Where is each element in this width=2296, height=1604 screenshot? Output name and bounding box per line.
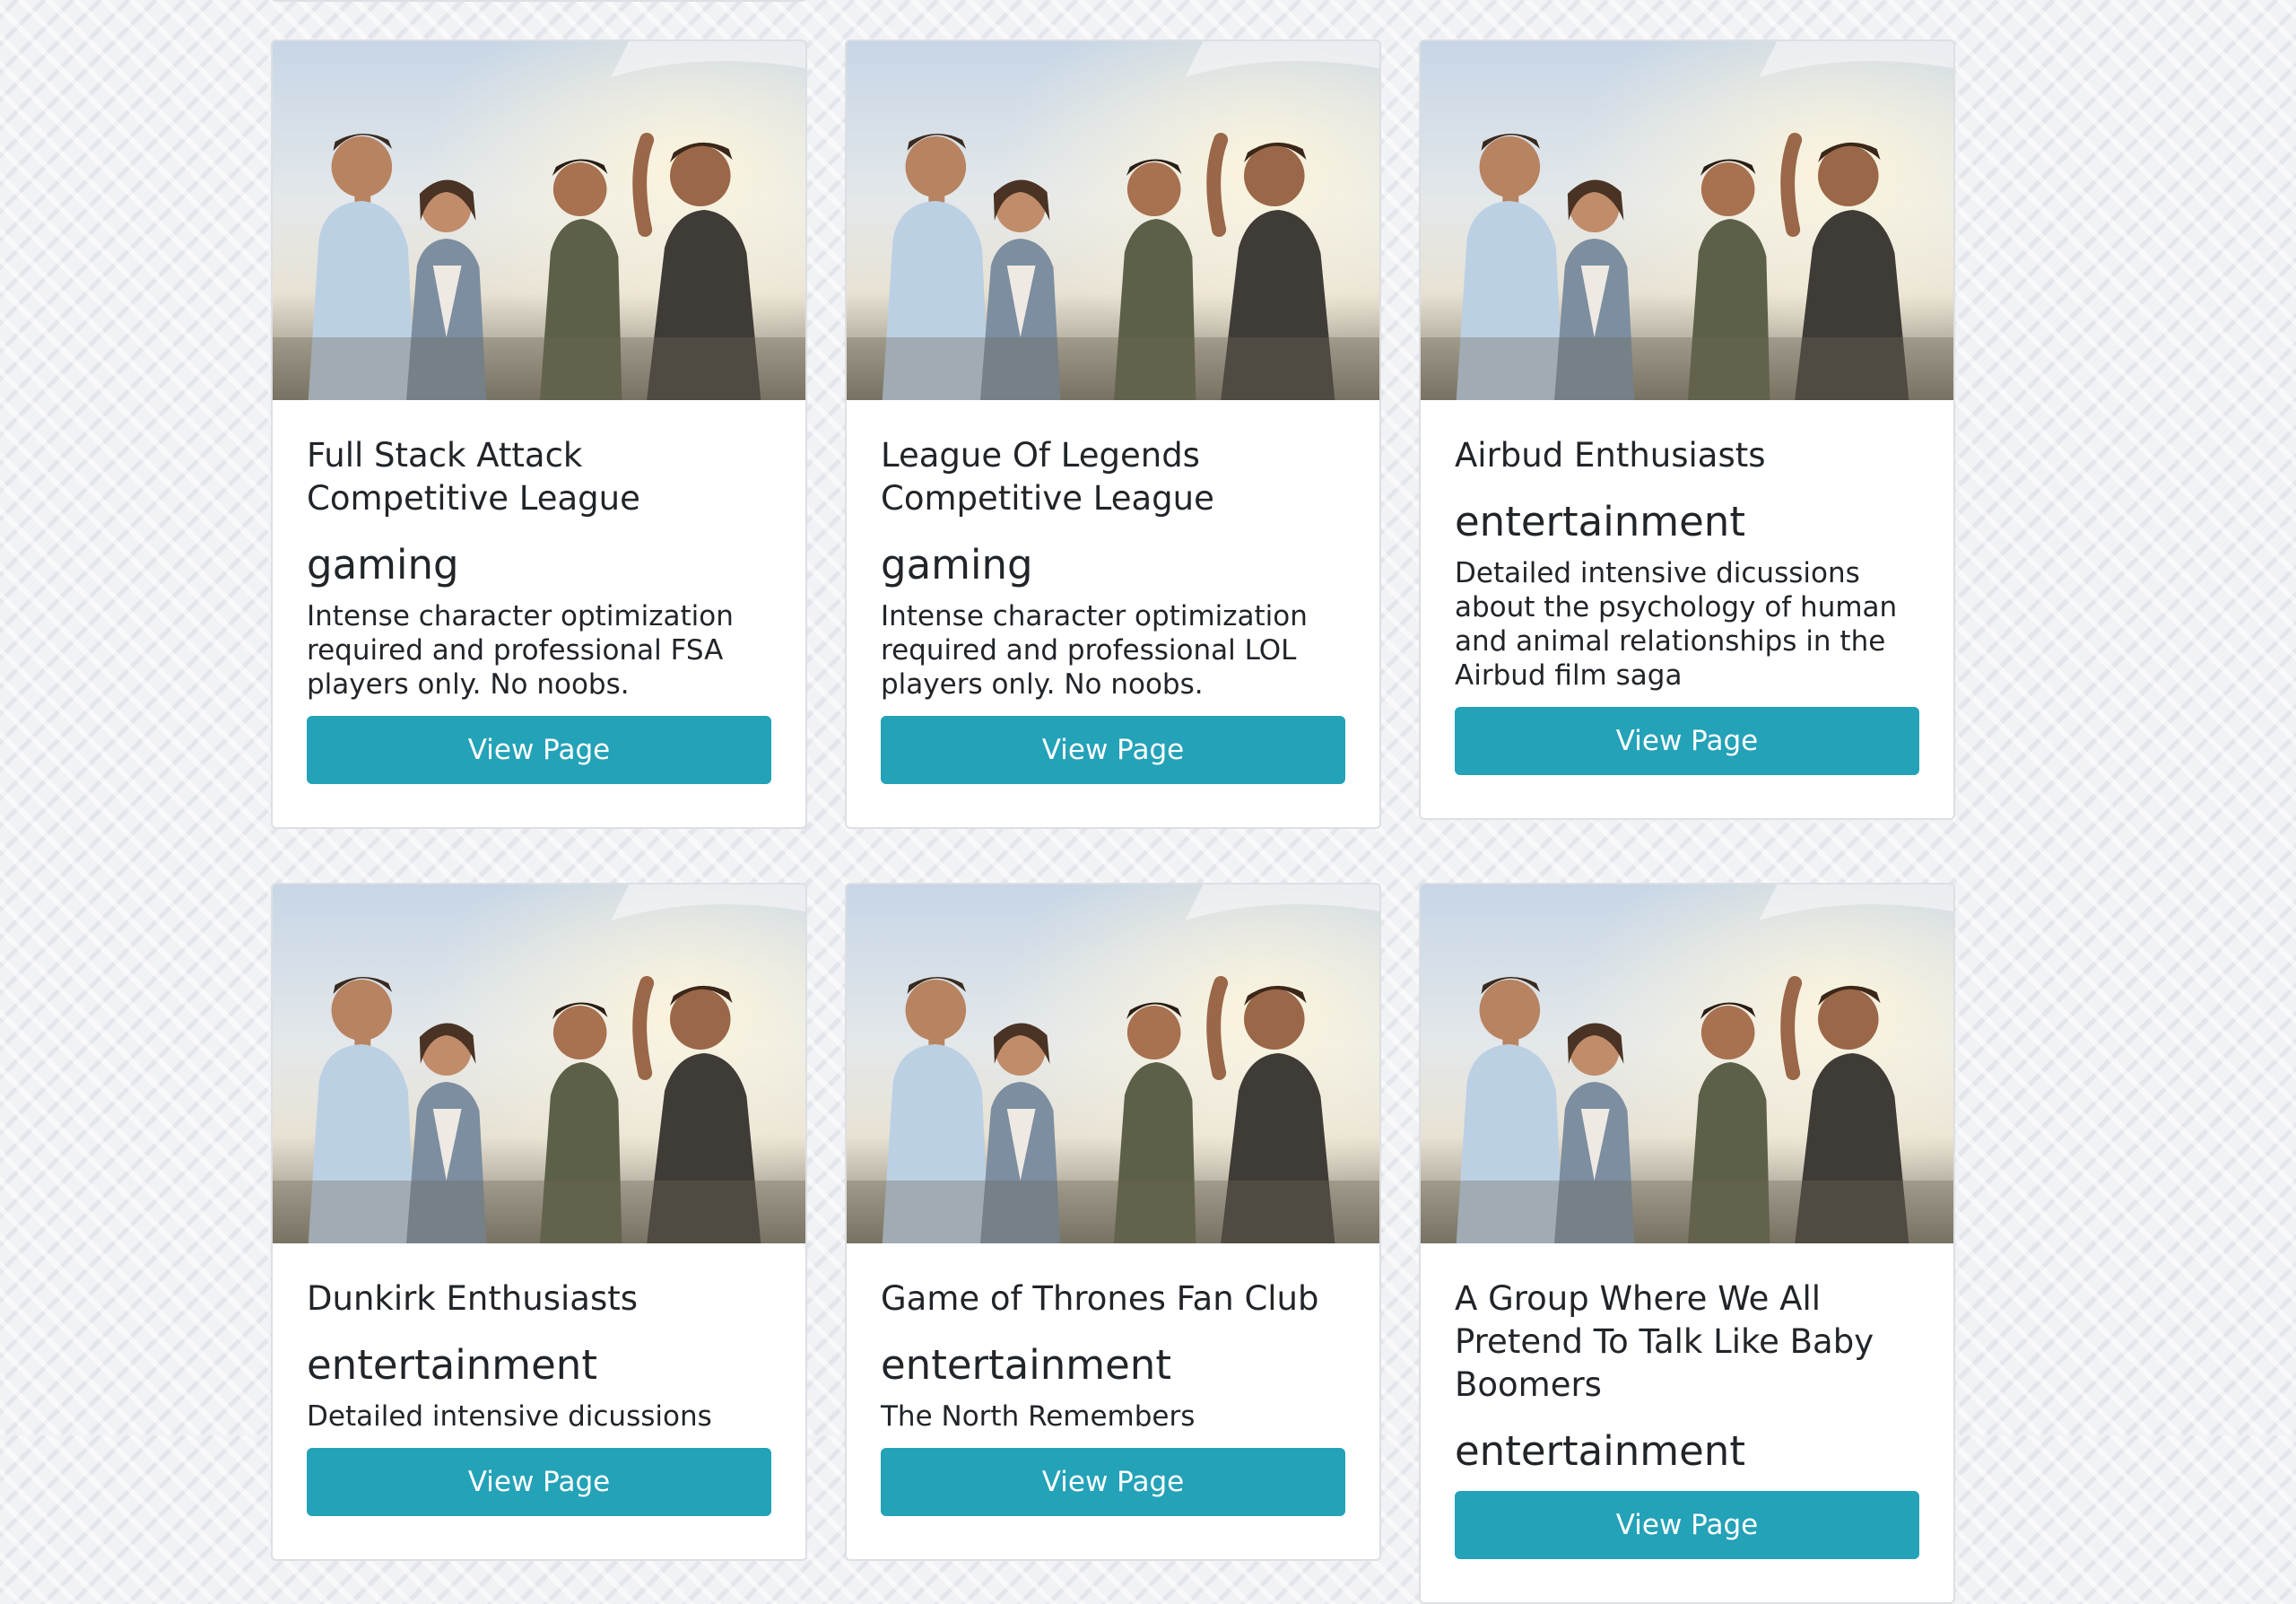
- group-description: Detailed intensive dicussions about the …: [1455, 557, 1898, 692]
- group-description: Intense character optimization required …: [881, 600, 1308, 701]
- group-title: Airbud Enthusiasts: [1455, 436, 1766, 475]
- group-category: gaming: [307, 541, 459, 588]
- group-category: entertainment: [1455, 498, 1745, 545]
- group-photo: [847, 41, 1379, 400]
- card-body: Airbud Enthusiasts entertainment Detaile…: [1421, 400, 1953, 818]
- view-page-button[interactable]: View Page: [881, 716, 1345, 784]
- group-category: entertainment: [307, 1341, 597, 1389]
- group-card: Dunkirk Enthusiasts entertainment Detail…: [271, 883, 807, 1561]
- group-card: League Of Legends Competitive League gam…: [845, 39, 1381, 829]
- group-photo: [1421, 41, 1953, 400]
- group-category: entertainment: [1455, 1427, 1745, 1475]
- view-page-button[interactable]: View Page: [1455, 1491, 1919, 1559]
- group-description: Intense character optimization required …: [307, 600, 734, 701]
- card-body: Game of Thrones Fan Club entertainment T…: [847, 1243, 1379, 1559]
- group-title: A Group Where We All Pretend To Talk Lik…: [1455, 1279, 1874, 1404]
- card-body: Full Stack Attack Competitive League gam…: [273, 400, 805, 827]
- view-page-button[interactable]: View Page: [1455, 707, 1919, 775]
- view-page-button[interactable]: View Page: [881, 1448, 1345, 1516]
- card-body: Dunkirk Enthusiasts entertainment Detail…: [273, 1243, 805, 1559]
- view-page-button[interactable]: View Page: [307, 1448, 771, 1516]
- previous-card-edge: [271, 0, 807, 2]
- view-page-button[interactable]: View Page: [307, 716, 771, 784]
- group-description: The North Remembers: [881, 1400, 1196, 1433]
- group-photo: [847, 885, 1379, 1243]
- group-title: League Of Legends Competitive League: [881, 436, 1214, 518]
- group-category: entertainment: [881, 1341, 1171, 1389]
- card-body: A Group Where We All Pretend To Talk Lik…: [1421, 1243, 1953, 1602]
- card-body: League Of Legends Competitive League gam…: [847, 400, 1379, 827]
- group-description: Detailed intensive dicussions: [307, 1400, 712, 1433]
- group-category: gaming: [881, 541, 1033, 588]
- group-photo: [273, 41, 805, 400]
- group-card: Airbud Enthusiasts entertainment Detaile…: [1419, 39, 1955, 820]
- group-photo: [1421, 885, 1953, 1243]
- group-title: Dunkirk Enthusiasts: [307, 1279, 639, 1318]
- group-title: Full Stack Attack Competitive League: [307, 436, 640, 518]
- group-card: A Group Where We All Pretend To Talk Lik…: [1419, 883, 1955, 1604]
- group-card: Full Stack Attack Competitive League gam…: [271, 39, 807, 829]
- group-photo: [273, 885, 805, 1243]
- group-card: Game of Thrones Fan Club entertainment T…: [845, 883, 1381, 1561]
- group-title: Game of Thrones Fan Club: [881, 1279, 1319, 1318]
